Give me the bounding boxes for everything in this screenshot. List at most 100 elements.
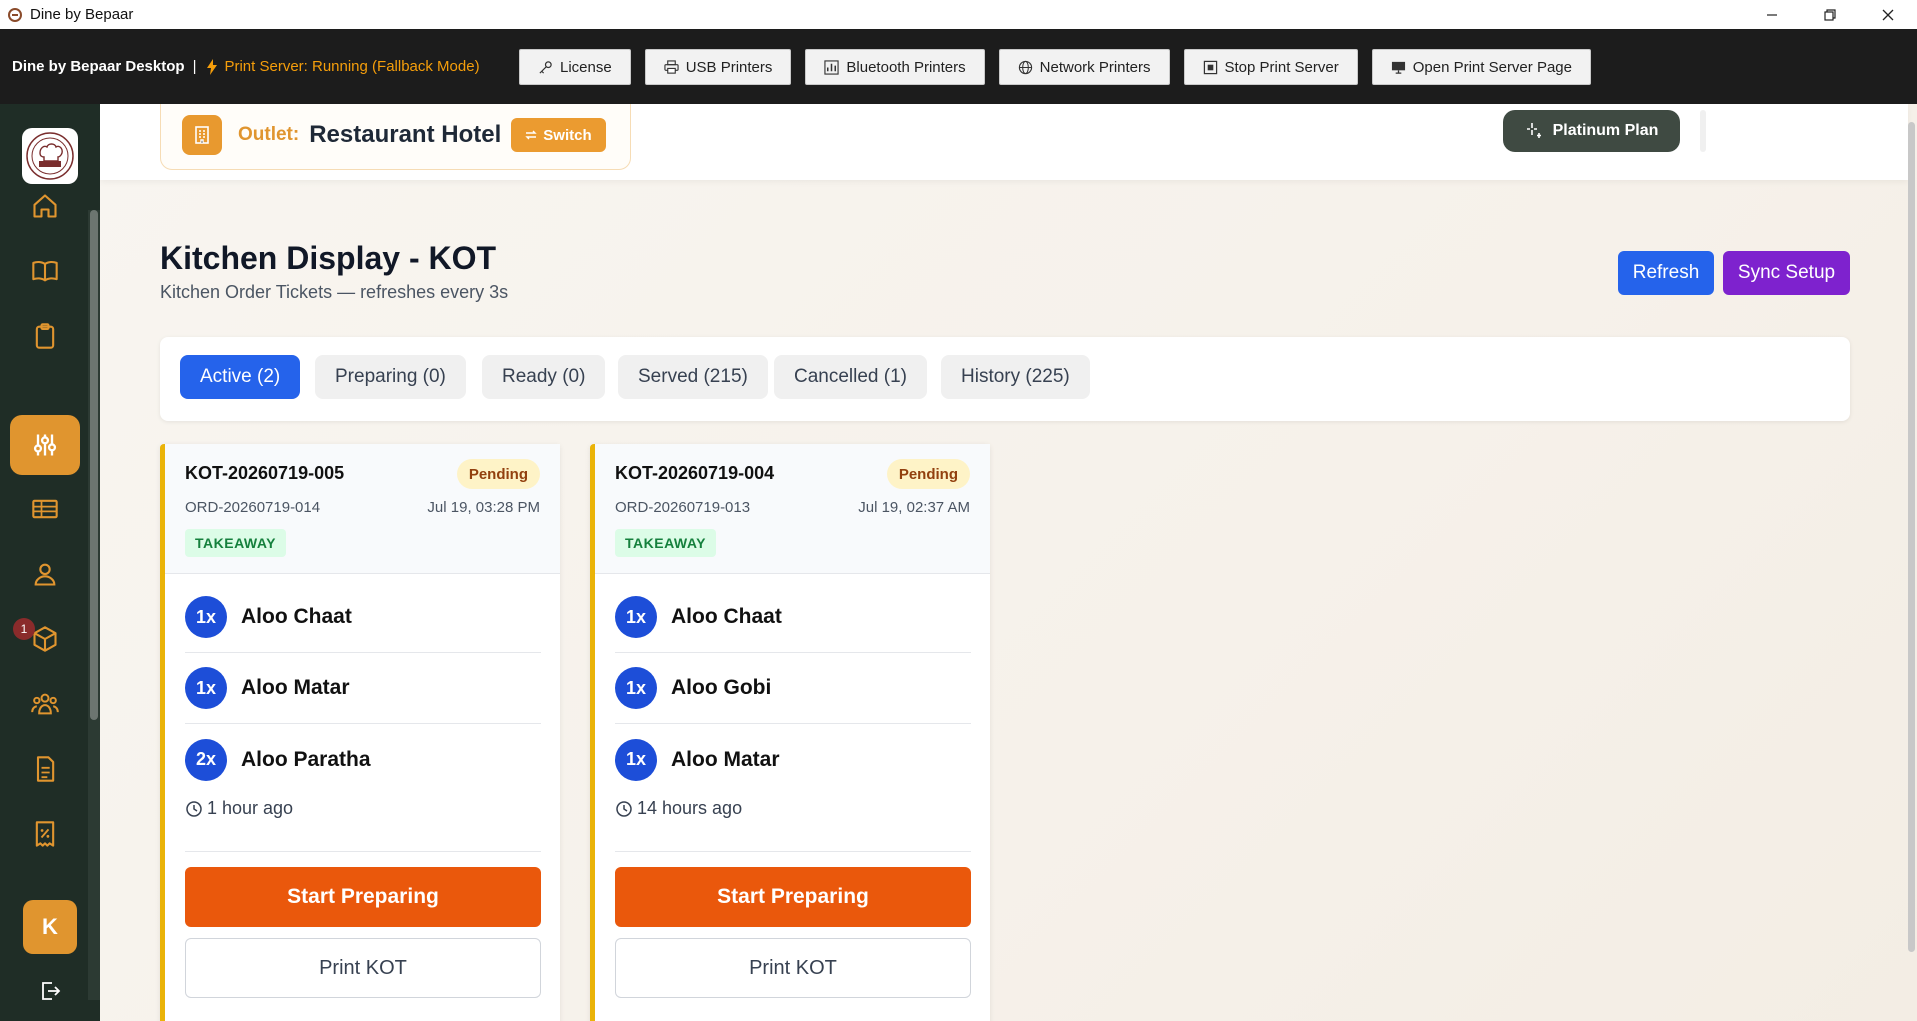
building-icon [182,115,222,155]
tab-preparing[interactable]: Preparing (0) [315,355,466,399]
main-content: Outlet: Restaurant Hotel Switch Platinum… [100,104,1917,1021]
status-tabs: Active (2) Preparing (0) Ready (0) Serve… [160,337,1850,421]
sidebar-item-tables[interactable] [10,479,80,539]
tab-active[interactable]: Active (2) [180,355,301,399]
quantity-badge: 1x [615,596,657,638]
sliders-icon [33,434,57,456]
bluetooth-printers-button[interactable]: Bluetooth Printers [805,49,985,85]
lightning-icon [207,58,218,75]
monitor-icon [1391,61,1405,74]
plan-label: Platinum Plan [1552,122,1659,139]
item-name: Aloo Gobi [671,676,772,699]
clock-icon [616,800,632,817]
stop-print-server-label: Stop Print Server [1224,58,1339,76]
outlet-selector: Outlet: Restaurant Hotel Switch [160,104,631,170]
quantity-badge: 2x [185,738,227,781]
team-icon [31,693,59,715]
sidebar-scrollbar[interactable] [90,210,98,720]
kot-header: KOT-20260719-005 Pending ORD-20260719-01… [165,444,560,574]
sidebar-item-discounts[interactable] [10,804,80,864]
kot-elapsed: 14 hours ago [615,798,742,819]
close-button[interactable] [1859,0,1917,29]
kot-card: KOT-20260719-005 Pending ORD-20260719-01… [160,444,560,1021]
network-printers-button[interactable]: Network Printers [998,49,1170,85]
sidebar-item-customers[interactable] [10,544,80,604]
quantity-badge: 1x [185,667,227,709]
minimize-icon [1767,13,1777,16]
outlet-label: Outlet: [238,124,300,145]
box-icon [33,626,57,652]
quantity-badge: 1x [615,667,657,709]
elapsed-text: 1 hour ago [207,798,294,818]
item-name: Aloo Chaat [671,605,782,628]
sidebar-item-reports[interactable] [10,739,80,799]
item-name: Aloo Matar [671,747,780,771]
receipt-percent-icon [35,821,55,847]
kot-item: 1x Aloo Matar [185,653,541,724]
print-server-bar: Dine by Bepaar Desktop | Print Server: R… [0,29,1917,104]
kot-card: KOT-20260719-004 Pending ORD-20260719-01… [590,444,990,1021]
book-icon [32,261,58,282]
order-type-badge: TAKEAWAY [185,529,287,557]
kot-id: KOT-20260719-005 [185,463,345,483]
sidebar-item-home[interactable] [10,176,80,236]
print-kot-button[interactable]: Print KOT [185,938,541,998]
item-name: Aloo Paratha [241,747,371,771]
kot-item: 1x Aloo Chaat [615,582,971,653]
restore-button[interactable] [1801,0,1859,29]
window-title: Dine by Bepaar [30,6,134,23]
platinum-plan-button[interactable]: Platinum Plan [1503,110,1680,152]
sync-setup-button[interactable]: Sync Setup [1723,251,1850,295]
page-subtitle: Kitchen Order Tickets — refreshes every … [160,282,509,302]
kot-item: 1x Aloo Matar [615,724,971,795]
license-button[interactable]: License [519,49,631,85]
restore-icon [1824,8,1836,21]
globe-icon [1018,60,1032,74]
outlet-name: Restaurant Hotel [309,121,502,148]
kot-header: KOT-20260719-004 Pending ORD-20260719-01… [595,444,990,574]
tab-served[interactable]: Served (215) [618,355,768,399]
stop-print-server-button[interactable]: Stop Print Server [1183,49,1358,85]
clock-icon [186,800,202,817]
print-server-status: Print Server: Running (Fallback Mode) [206,58,480,75]
sidebar-item-staff[interactable] [10,674,80,734]
user-avatar[interactable]: K [23,900,77,954]
refresh-button[interactable]: Refresh [1618,251,1714,295]
sidebar-item-menu[interactable] [10,241,80,301]
logout-button[interactable] [35,976,65,1006]
kot-elapsed: 1 hour ago [185,798,293,819]
status-badge: Pending [456,459,540,489]
stop-icon [1203,60,1217,74]
start-preparing-button[interactable]: Start Preparing [185,867,541,927]
inventory-badge: 1 [13,618,35,640]
print-kot-button[interactable]: Print KOT [615,938,971,998]
swap-icon [525,130,537,140]
start-preparing-button[interactable]: Start Preparing [615,867,971,927]
tab-history[interactable]: History (225) [941,355,1090,399]
main-scrollbar[interactable] [1908,122,1917,952]
bluetooth-printers-label: Bluetooth Printers [846,58,966,76]
elapsed-text: 14 hours ago [637,798,743,818]
sparkles-icon [1526,123,1541,138]
key-icon [539,60,552,74]
switch-outlet-button[interactable]: Switch [511,118,606,152]
tab-cancelled[interactable]: Cancelled (1) [774,355,927,399]
tab-ready[interactable]: Ready (0) [482,355,606,399]
order-id: ORD-20260719-013 [615,499,751,516]
order-id: ORD-20260719-014 [185,499,321,516]
quantity-badge: 1x [615,738,657,781]
order-type-badge: TAKEAWAY [615,529,717,557]
usb-printers-button[interactable]: USB Printers [644,49,792,85]
top-header: Outlet: Restaurant Hotel Switch Platinum… [100,104,1908,180]
sidebar-item-orders[interactable] [10,306,80,366]
page-title: Kitchen Display - KOT [160,240,497,276]
kot-item: 1x Aloo Chaat [185,582,541,653]
document-icon [36,756,55,782]
sidebar-item-kitchen[interactable] [10,415,80,475]
minimize-button[interactable] [1743,0,1801,29]
window-titlebar: Dine by Bepaar [0,0,1917,29]
brand-separator: | [192,58,197,75]
open-print-server-page-button[interactable]: Open Print Server Page [1371,49,1591,85]
status-badge: Pending [886,459,970,489]
license-label: License [560,58,612,76]
